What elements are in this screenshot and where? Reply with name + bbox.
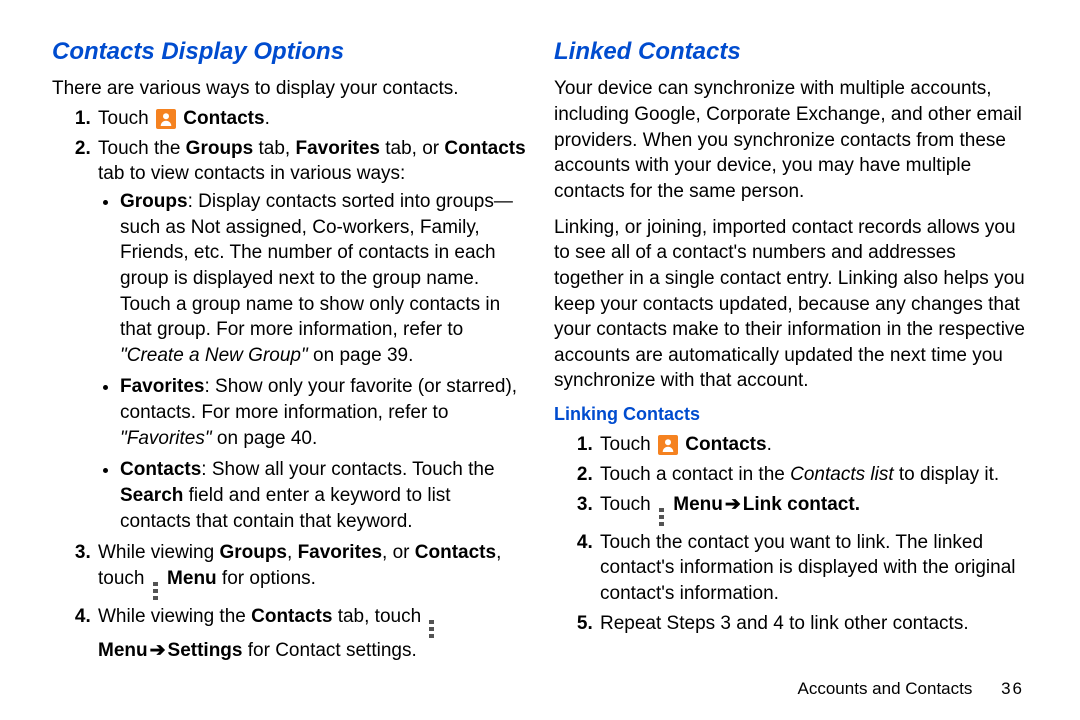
- right-steps: Touch Contacts. Touch a contact in the C…: [554, 432, 1028, 636]
- heading-linked-contacts: Linked Contacts: [554, 36, 1028, 68]
- menu-icon: [659, 508, 665, 526]
- contacts-bold: Contacts: [415, 542, 496, 563]
- subheading-linking-contacts: Linking Contacts: [554, 402, 1028, 426]
- text: on page 39.: [308, 345, 414, 366]
- left-column: Contacts Display Options There are vario…: [52, 36, 526, 668]
- favorites-bold: Favorites: [298, 542, 382, 563]
- ref-create-group: "Create a New Group": [120, 345, 308, 366]
- menu-label: Menu: [98, 640, 148, 661]
- text: for options.: [217, 568, 316, 589]
- linked-para-2: Linking, or joining, imported contact re…: [554, 215, 1028, 394]
- text: to display it.: [894, 464, 1000, 485]
- text: : Display contacts sorted into groups—su…: [120, 191, 513, 340]
- groups-bold: Groups: [219, 542, 287, 563]
- bullet-contacts: Contacts: Show all your contacts. Touch …: [120, 457, 526, 534]
- text: tab,: [253, 138, 295, 159]
- right-step-1: Touch Contacts.: [598, 432, 1028, 458]
- text: .: [767, 434, 772, 455]
- left-step-1: Touch Contacts.: [96, 106, 526, 132]
- text: Touch the: [98, 138, 186, 159]
- contacts-tab-label: Contacts: [444, 138, 525, 159]
- menu-icon: [153, 582, 159, 600]
- groups-label: Groups: [186, 138, 254, 159]
- text: on page 40.: [212, 428, 318, 449]
- contacts-bold: Contacts: [120, 459, 201, 480]
- manual-page: Contacts Display Options There are vario…: [0, 0, 1080, 720]
- text: Touch: [98, 108, 154, 129]
- groups-bold: Groups: [120, 191, 188, 212]
- left-sub-bullets: Groups: Display contacts sorted into gro…: [98, 189, 526, 534]
- menu-label: Menu: [673, 494, 723, 515]
- right-step-4: Touch the contact you want to link. The …: [598, 530, 1028, 607]
- search-bold: Search: [120, 485, 183, 506]
- text: Touch: [600, 494, 656, 515]
- menu-label: Menu: [167, 568, 217, 589]
- text: While viewing: [98, 542, 219, 563]
- contacts-label: Contacts: [183, 108, 264, 129]
- text: tab to view contacts in various ways:: [98, 163, 405, 184]
- link-contact-label: Link contact.: [743, 494, 860, 515]
- ref-favorites: "Favorites": [120, 428, 212, 449]
- arrow-icon: ➔: [725, 494, 741, 515]
- text: for Contact settings.: [242, 640, 416, 661]
- linked-para-1: Your device can synchronize with multipl…: [554, 76, 1028, 204]
- contacts-list-italic: Contacts list: [790, 464, 893, 485]
- text: Touch a contact in the: [600, 464, 790, 485]
- page-footer: Accounts and Contacts 36: [52, 668, 1028, 701]
- right-step-2: Touch a contact in the Contacts list to …: [598, 462, 1028, 488]
- left-step-4: While viewing the Contacts tab, touch Me…: [96, 604, 526, 664]
- favorites-label: Favorites: [295, 138, 379, 159]
- text: .: [265, 108, 270, 129]
- left-step-3: While viewing Groups, Favorites, or Cont…: [96, 540, 526, 600]
- heading-contacts-display-options: Contacts Display Options: [52, 36, 526, 68]
- contacts-icon: [658, 435, 678, 455]
- text: , or: [382, 542, 415, 563]
- contacts-bold: Contacts: [251, 606, 332, 627]
- settings-label: Settings: [168, 640, 243, 661]
- footer-section: Accounts and Contacts: [798, 679, 973, 698]
- text: ,: [287, 542, 298, 563]
- two-column-layout: Contacts Display Options There are vario…: [52, 36, 1028, 668]
- text: tab, touch: [332, 606, 426, 627]
- right-step-3: Touch Menu➔Link contact.: [598, 492, 1028, 526]
- contacts-icon: [156, 109, 176, 129]
- bullet-groups: Groups: Display contacts sorted into gro…: [120, 189, 526, 368]
- intro-text: There are various ways to display your c…: [52, 76, 526, 102]
- page-number: 36: [1001, 679, 1024, 698]
- right-step-5: Repeat Steps 3 and 4 to link other conta…: [598, 611, 1028, 637]
- left-steps: Touch Contacts. Touch the Groups tab, Fa…: [52, 106, 526, 664]
- text: tab, or: [380, 138, 444, 159]
- text: : Show all your contacts. Touch the: [201, 459, 494, 480]
- bullet-favorites: Favorites: Show only your favorite (or s…: [120, 374, 526, 451]
- contacts-label: Contacts: [685, 434, 766, 455]
- favorites-bold: Favorites: [120, 376, 204, 397]
- right-column: Linked Contacts Your device can synchron…: [554, 36, 1028, 668]
- text: While viewing the: [98, 606, 251, 627]
- text: Touch: [600, 434, 656, 455]
- menu-icon: [429, 620, 435, 638]
- left-step-2: Touch the Groups tab, Favorites tab, or …: [96, 136, 526, 535]
- arrow-icon: ➔: [150, 640, 166, 661]
